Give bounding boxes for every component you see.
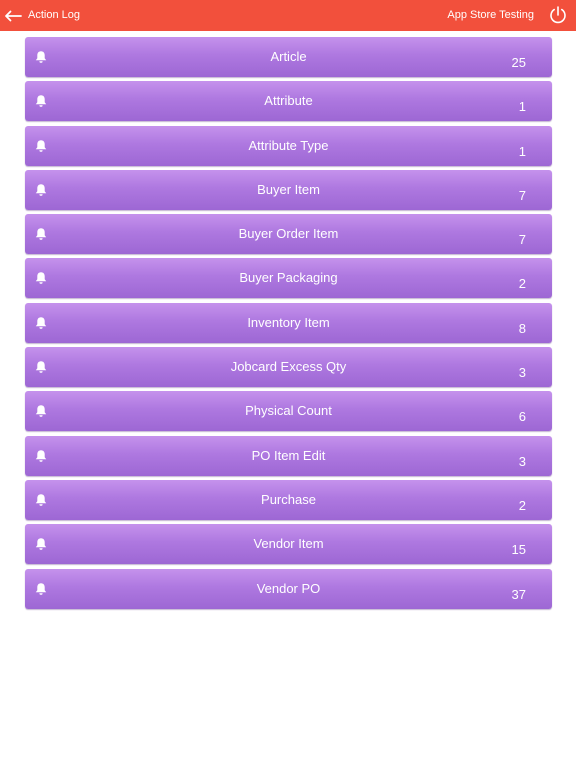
list-item-label: Buyer Item [257,181,320,197]
list-item-count: 6 [518,409,526,425]
list-item-label: Vendor PO [256,580,321,596]
list-item-label: Inventory Item [247,314,330,330]
list-item-label: Vendor Item [253,536,324,552]
list-item-label: Jobcard Excess Qty [230,359,347,375]
list-item-article[interactable]: Article 25 [25,37,552,77]
list-item-inventory-item[interactable]: Inventory Item 8 [25,302,552,343]
list-item-label: Attribute [264,93,313,109]
list-item-label: Article [270,49,307,64]
list-item-jobcard-excess-qty[interactable]: Jobcard Excess Qty 3 [25,347,552,388]
list-item-count: 7 [518,187,526,203]
list-item-count: 2 [518,276,526,292]
list-item-attribute-type[interactable]: Attribute Type 1 [25,125,552,166]
list-item-po-item-edit[interactable]: PO Item Edit 3 [25,435,552,476]
list-item-count: 25 [511,55,526,70]
list-item-purchase[interactable]: Purchase 2 [25,479,552,520]
list-item-count: 2 [518,497,526,513]
list-item-count: 8 [518,320,526,336]
list-item-count: 7 [518,232,526,248]
list-item-label: Buyer Packaging [239,270,338,286]
list-item-label: Attribute Type [248,137,329,153]
list-item-count: 1 [518,143,526,159]
top-bar: Action Log App Store Testing [0,0,576,31]
list-item-count: 3 [518,453,526,469]
list-item-label: PO Item Edit [251,447,326,463]
list-item-physical-count[interactable]: Physical Count 6 [25,391,552,432]
power-icon[interactable] [548,5,568,25]
list-item-count: 15 [511,542,526,558]
list-item-count: 3 [518,365,526,381]
list-item-attribute[interactable]: Attribute 1 [25,81,552,122]
list-item-vendor-item[interactable]: Vendor Item 15 [25,524,552,565]
back-button[interactable]: Action Log [0,0,80,31]
arrow-left-icon [4,10,22,22]
list-item-count: 37 [511,586,526,602]
list-item-label: Physical Count [245,403,332,419]
app-title: App Store Testing [447,9,534,21]
list-item-label: Buyer Order Item [238,226,339,242]
list-item-vendor-po[interactable]: Vendor PO 37 [25,568,552,609]
list-item-buyer-packaging[interactable]: Buyer Packaging 2 [25,258,552,299]
action-log-list: Article 25 Attribute 1 Attribute Type 1 … [25,37,552,613]
list-item-count: 1 [518,99,526,115]
list-item-buyer-item[interactable]: Buyer Item 7 [25,169,552,210]
list-item-label: Purchase [261,491,316,507]
list-item-buyer-order-item[interactable]: Buyer Order Item 7 [25,214,552,255]
back-label: Action Log [28,9,80,21]
